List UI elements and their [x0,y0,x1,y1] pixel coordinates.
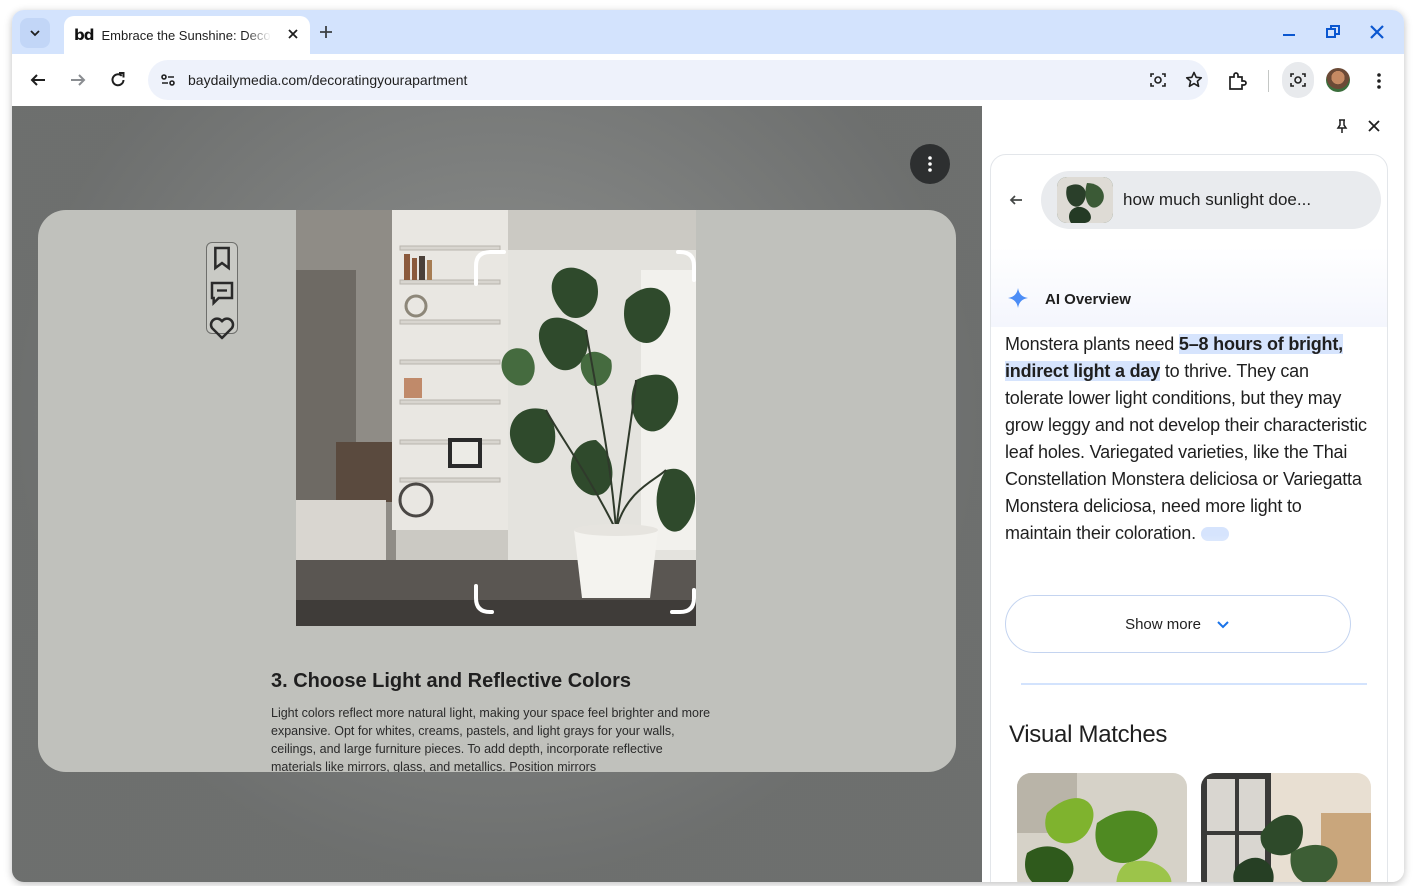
restore-icon[interactable] [1324,23,1342,41]
reload-icon[interactable] [108,70,128,90]
article-photo [296,210,696,626]
more-vert-icon [928,156,932,172]
site-info-icon[interactable] [158,70,178,90]
chevron-down-icon [1217,621,1229,629]
text-fade [991,535,1387,589]
tab-title: Embrace the Sunshine: Decorating Your Ap… [101,27,272,43]
extensions-icon[interactable] [1226,70,1248,92]
lens-panel-button[interactable] [1282,62,1314,98]
plus-icon[interactable] [318,24,334,40]
lens-side-panel: how much sunlight doe... AI Overview Mon… [982,106,1404,882]
browser-window: bd Embrace the Sunshine: Decorating Your… [12,10,1404,882]
visual-matches-title: Visual Matches [1009,721,1168,748]
article-heading: 3. Choose Light and Reflective Colors [271,670,632,692]
heart-icon[interactable] [207,313,237,343]
close-window-icon[interactable] [1368,23,1386,41]
visual-match-thumbnail[interactable] [1017,773,1187,882]
close-icon[interactable] [1366,118,1382,134]
query-image-thumbnail [1057,177,1113,223]
sparkle-icon [1008,288,1028,308]
toolbar-separator [1268,70,1269,92]
article-body: Light colors reflect more natural light,… [271,706,711,772]
visual-match-thumbnail[interactable] [1201,773,1371,882]
comment-icon[interactable] [207,278,237,308]
address-bar[interactable]: baydailymedia.com/decoratingyourapartmen… [148,60,1208,100]
tab-strip: bd Embrace the Sunshine: Decorating Your… [12,10,1404,54]
toolbar: baydailymedia.com/decoratingyourapartmen… [12,54,1404,106]
ai-text-lead: Monstera plants need [1005,334,1179,354]
search-query: how much sunlight doe... [1123,190,1312,209]
bookmark-icon[interactable] [207,243,237,273]
search-box[interactable]: how much sunlight doe... [1041,171,1381,229]
site-favicon: bd [74,26,95,44]
ai-overview-title: AI Overview [1045,291,1131,308]
ai-overview-text: Monstera plants need 5–8 hours of bright… [1005,331,1369,547]
article-actions [206,242,238,340]
more-vert-icon[interactable] [1368,70,1390,92]
close-icon[interactable] [286,27,300,41]
chevron-down-icon [30,30,40,37]
forward-icon[interactable] [68,70,88,90]
show-more-label: Show more [1125,615,1201,633]
lens-icon [1290,73,1306,87]
url-text[interactable]: baydailymedia.com/decoratingyourapartmen… [188,72,467,88]
back-icon[interactable] [28,70,48,90]
section-divider [1021,683,1367,685]
minimize-icon[interactable] [1280,23,1298,41]
ai-text-rest: to thrive. They can tolerate lower light… [1005,361,1367,543]
article-card: 3. Choose Light and Reflective Colors Li… [38,210,956,772]
overlay-menu-button[interactable] [910,144,950,184]
pin-icon[interactable] [1334,118,1350,134]
star-icon[interactable] [1184,70,1204,90]
lens-icon[interactable] [1148,70,1168,90]
show-more-button[interactable]: Show more [1005,595,1351,653]
page-content: 3. Choose Light and Reflective Colors Li… [12,106,982,882]
tab-search-button[interactable] [20,18,50,48]
ai-overview-band [991,247,1387,327]
monstera-room-image [296,210,696,626]
back-icon[interactable] [1007,191,1025,209]
search-results: how much sunlight doe... AI Overview Mon… [990,154,1388,882]
active-tab[interactable]: bd Embrace the Sunshine: Decorating Your… [64,16,310,54]
avatar[interactable] [1326,68,1350,92]
